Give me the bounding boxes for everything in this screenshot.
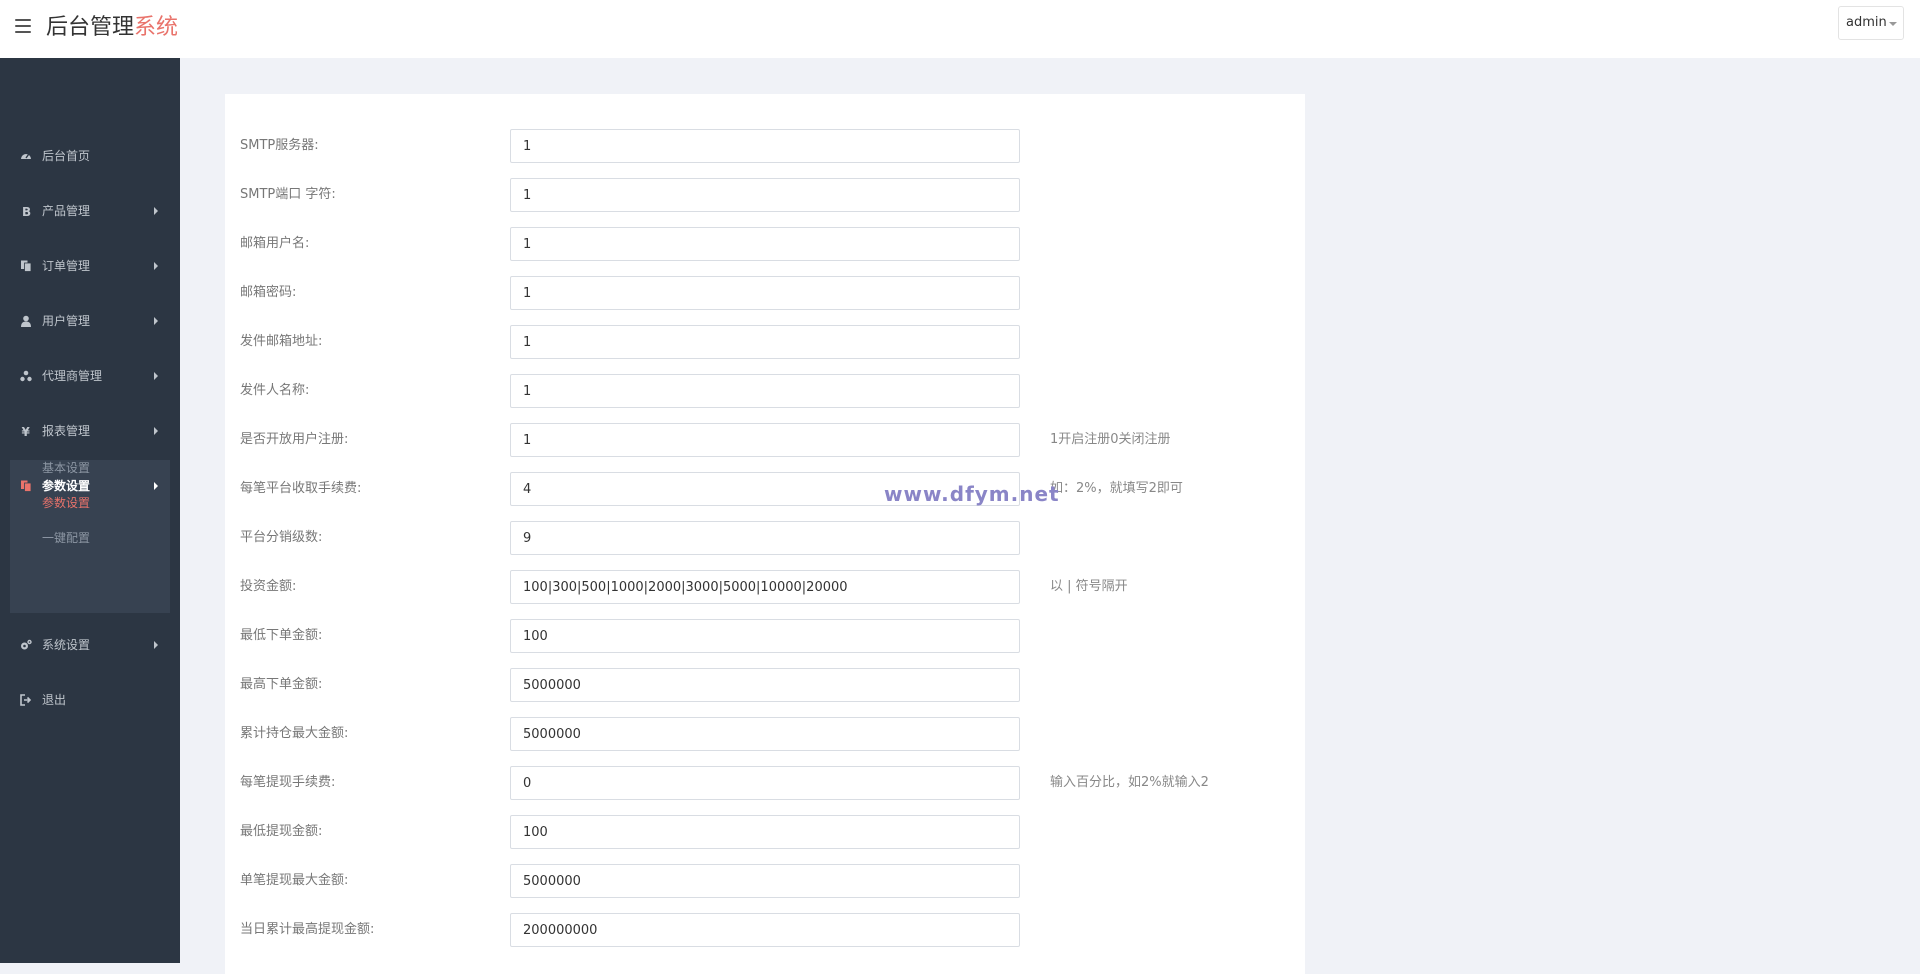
field-label: 每笔平台收取手续费: (240, 481, 362, 496)
field-label: SMTP端口 字符: (240, 187, 336, 202)
field-input[interactable] (510, 276, 1020, 310)
sidebar-item-users[interactable]: 用户管理 (10, 299, 170, 343)
field-input[interactable] (510, 325, 1020, 359)
field-label: 每笔提现手续费: (240, 775, 336, 790)
brand-title: 后台管理系统 (46, 13, 178, 43)
field-input[interactable] (510, 129, 1020, 163)
field-input[interactable] (510, 374, 1020, 408)
dashboard-icon (21, 154, 31, 159)
sidebar-item-agents[interactable]: 代理商管理 (10, 354, 170, 398)
sidebar-item-label: 代理商管理 (42, 369, 103, 383)
sidebar-item-dashboard[interactable]: 后台首页 (10, 134, 170, 178)
svg-text:B: B (22, 205, 31, 217)
sidebar-item-products[interactable]: B 产品管理 (10, 189, 170, 233)
field-label: 发件邮箱地址: (240, 334, 323, 349)
sidebar-item-label: 报表管理 (42, 424, 91, 438)
field-input[interactable] (510, 864, 1020, 898)
field-input[interactable] (510, 619, 1020, 653)
user-icon (21, 315, 31, 327)
svg-text:¥: ¥ (22, 425, 31, 437)
field-label: 最低下单金额: (240, 628, 323, 643)
files-icon (21, 480, 32, 492)
brand-main: 后台管理 (46, 15, 135, 40)
caret-right-icon (154, 482, 158, 490)
caret-right-icon (154, 427, 158, 435)
user-name: admin (1846, 15, 1887, 30)
sitemap-icon (20, 370, 32, 382)
field-hint: 以 | 符号隔开 (1050, 579, 1128, 594)
field-hint: 1开启注册0关闭注册 (1050, 432, 1171, 447)
top-header: 后台管理系统 admin (0, 0, 1920, 58)
field-label: 是否开放用户注册: (240, 432, 349, 447)
copy-icon (21, 260, 32, 272)
caret-down-icon (1889, 22, 1897, 26)
field-label: 平台分销级数: (240, 530, 323, 545)
field-input[interactable] (510, 521, 1020, 555)
field-label: 当日累计最高提现金额: (240, 922, 375, 937)
user-dropdown-button[interactable]: admin (1838, 6, 1904, 40)
watermark: www.dfym.net (884, 482, 1060, 506)
caret-right-icon (154, 262, 158, 270)
sidebar-item-label: 产品管理 (42, 204, 91, 218)
sign-out-icon (20, 694, 32, 706)
field-label: 邮箱用户名: (240, 236, 310, 251)
field-input[interactable] (510, 913, 1020, 947)
caret-right-icon (154, 317, 158, 325)
sidebar-item-label: 后台首页 (42, 149, 91, 163)
field-input[interactable] (510, 668, 1020, 702)
sidebar-subitem-one-click-config[interactable]: 一键配置 (42, 527, 90, 549)
field-input[interactable] (510, 766, 1020, 800)
caret-right-icon (154, 207, 158, 215)
bitcoin-icon: B (22, 205, 31, 217)
sidebar-item-reports[interactable]: ¥ 报表管理 (10, 409, 170, 453)
field-label: 邮箱密码: (240, 285, 297, 300)
field-label: SMTP服务器: (240, 138, 319, 153)
field-input[interactable] (510, 227, 1020, 261)
sidebar-item-system-settings[interactable]: 系统设置 (10, 623, 170, 667)
gears-icon (21, 639, 32, 650)
sidebar-subitem-basic-settings[interactable]: 基本设置 (42, 457, 90, 479)
sidebar: 后台首页 B 产品管理 订单管理 用户管理 代理商管理 ¥ 报表管理 参数设置 … (0, 58, 180, 963)
sidebar-item-label: 订单管理 (42, 259, 91, 273)
sidebar-item-logout[interactable]: 退出 (10, 678, 170, 722)
field-input[interactable] (510, 423, 1020, 457)
sidebar-subitem-param-settings[interactable]: 参数设置 (42, 492, 90, 514)
field-input[interactable] (510, 815, 1020, 849)
sidebar-item-label: 退出 (42, 693, 67, 707)
field-label: 最高下单金额: (240, 677, 323, 692)
sidebar-item-label: 用户管理 (42, 314, 91, 328)
sidebar-item-label: 系统设置 (42, 638, 91, 652)
field-label: 单笔提现最大金额: (240, 873, 349, 888)
field-label: 累计持仓最大金额: (240, 726, 349, 741)
field-input[interactable] (510, 717, 1020, 751)
caret-right-icon (154, 372, 158, 380)
yen-icon: ¥ (22, 425, 31, 437)
field-hint: 如：2%，就填写2即可 (1050, 481, 1183, 496)
menu-toggle-icon[interactable] (15, 19, 31, 33)
field-input[interactable] (510, 570, 1020, 604)
field-hint: 输入百分比，如2%就输入2 (1050, 775, 1209, 790)
field-label: 发件人名称: (240, 383, 310, 398)
field-label: 投资金额: (240, 579, 297, 594)
field-label: 最低提现金额: (240, 824, 323, 839)
sidebar-item-orders[interactable]: 订单管理 (10, 244, 170, 288)
brand-accent: 系统 (134, 15, 179, 40)
caret-right-icon (154, 641, 158, 649)
field-input[interactable] (510, 178, 1020, 212)
